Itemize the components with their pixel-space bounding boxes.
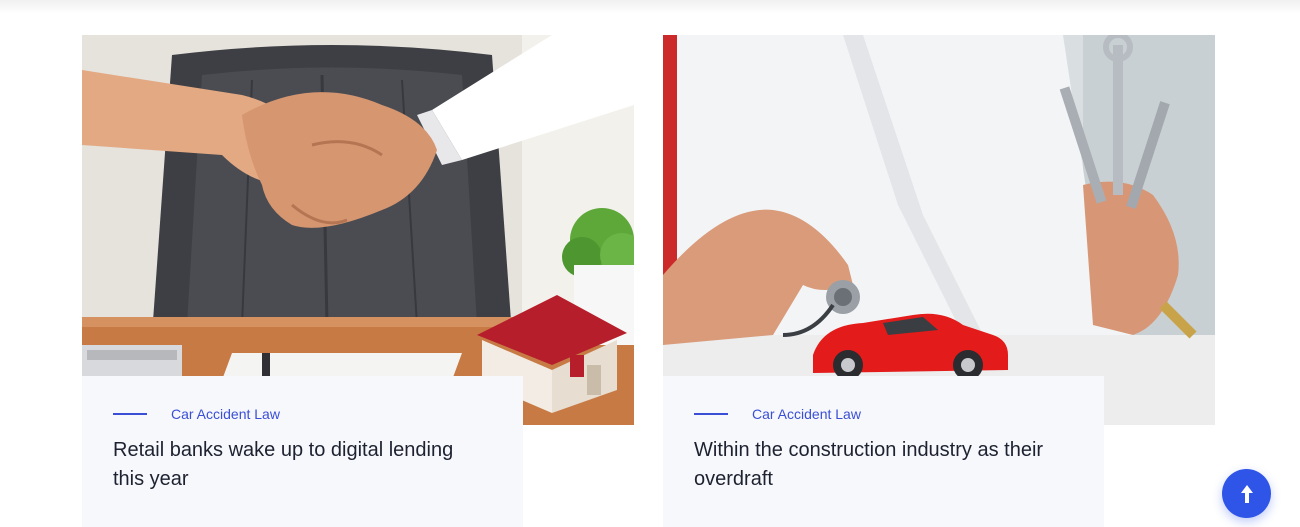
category-link[interactable]: Car Accident Law <box>171 406 280 422</box>
card-body: Car Accident Law Within the construction… <box>663 376 1104 527</box>
card-image-link[interactable] <box>663 35 1215 425</box>
category-line <box>113 413 147 415</box>
category-line <box>694 413 728 415</box>
category-link[interactable]: Car Accident Law <box>752 406 861 422</box>
card-image <box>82 35 634 425</box>
card-title[interactable]: Retail banks wake up to digital lending … <box>113 436 473 494</box>
card-image <box>663 35 1215 425</box>
header-shadow <box>0 0 1300 14</box>
category-row: Car Accident Law <box>113 404 492 424</box>
blog-card: Car Accident Law Retail banks wake up to… <box>82 35 634 527</box>
arrow-up-icon <box>1240 484 1253 503</box>
blog-card: Car Accident Law Within the construction… <box>663 35 1215 527</box>
card-body: Car Accident Law Retail banks wake up to… <box>82 376 523 527</box>
scroll-to-top-button[interactable] <box>1222 469 1271 518</box>
card-title[interactable]: Within the construction industry as thei… <box>694 436 1054 494</box>
card-image-link[interactable] <box>82 35 634 425</box>
category-row: Car Accident Law <box>694 404 1073 424</box>
